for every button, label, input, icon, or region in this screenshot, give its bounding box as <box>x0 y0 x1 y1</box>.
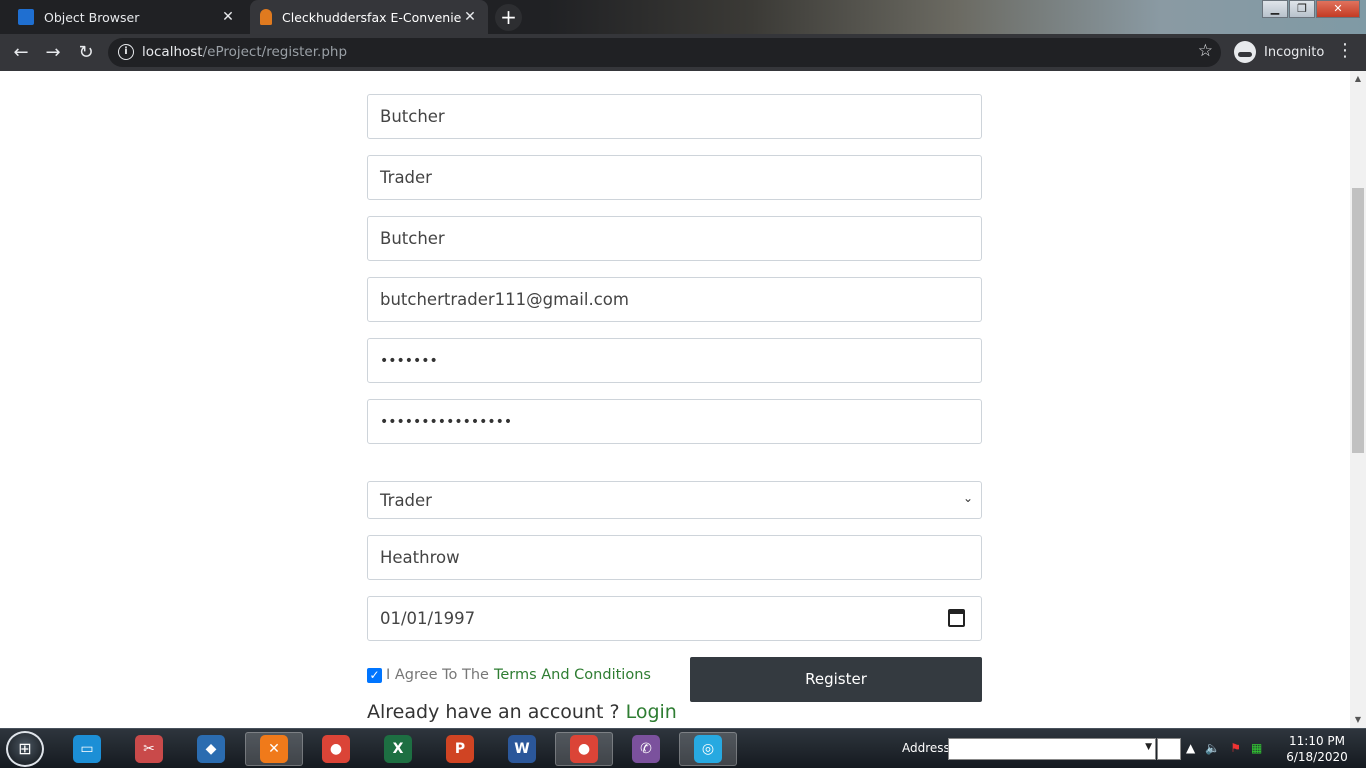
taskbar-eye-app-button[interactable]: ◎ <box>679 732 737 766</box>
incognito-label: Incognito <box>1264 44 1325 60</box>
word-icon: W <box>508 735 536 763</box>
incognito-indicator[interactable]: Incognito <box>1234 40 1324 64</box>
address-bar[interactable]: i localhost/eProject/register.php ☆ <box>108 38 1221 67</box>
address-input[interactable]: Heathrow <box>367 535 982 580</box>
scrollbar-thumb[interactable] <box>1352 188 1364 453</box>
login-link[interactable]: Login <box>626 701 677 723</box>
forward-arrow-icon[interactable]: → <box>40 40 66 66</box>
clock-date: 6/18/2020 <box>1286 750 1348 764</box>
browser-tab-strip: Object Browser ✕ Cleckhuddersfax E-Conve… <box>0 0 1366 34</box>
taskbar-file-manager-button[interactable]: ▭ <box>58 732 116 766</box>
powerpoint-icon: P <box>446 735 474 763</box>
browser-toolbar: ← → ↻ i localhost/eProject/register.php … <box>0 34 1366 71</box>
eye-app-icon: ◎ <box>694 735 722 763</box>
tab-title: Object Browser <box>44 9 140 25</box>
window-close-button[interactable]: ✕ <box>1316 0 1360 18</box>
chevron-down-icon: ⌄ <box>962 491 973 505</box>
have-account-text: Already have an account ? Login <box>367 701 677 723</box>
chrome-active-icon: ● <box>570 735 598 763</box>
password-input[interactable]: ••••••• <box>367 338 982 383</box>
info-icon[interactable]: i <box>118 44 134 60</box>
taskbar-xampp-button[interactable]: ✕ <box>245 732 303 766</box>
network-icon[interactable]: ▦ <box>1251 741 1262 755</box>
taskbar-clock[interactable]: 11:10 PM 6/18/2020 <box>1284 733 1350 765</box>
reload-icon[interactable]: ↻ <box>73 40 99 66</box>
page-scrollbar[interactable]: ▲ ▼ <box>1350 71 1366 728</box>
new-tab-button[interactable]: + <box>495 4 522 31</box>
minimize-button[interactable]: ▁ <box>1262 0 1288 18</box>
system-tray: ▲ 🔈 ⚑ ▦ <box>1186 741 1262 755</box>
date-of-birth-value: 01/01/1997 <box>380 609 476 628</box>
window-controls: ▁ ❐ ✕ <box>1261 0 1360 18</box>
store-favicon-icon <box>260 9 272 25</box>
taskbar-virtualbox-button[interactable]: ◆ <box>182 732 240 766</box>
tab-title: Cleckhuddersfax E-Convenient St <box>282 9 462 25</box>
object-browser-favicon-icon <box>18 9 34 25</box>
terms-link[interactable]: Terms And Conditions <box>494 667 651 683</box>
back-arrow-icon[interactable]: ← <box>8 40 34 66</box>
first-name-input[interactable]: Butcher <box>367 94 982 139</box>
browser-menu-icon[interactable]: ⋮ <box>1336 40 1354 61</box>
close-icon[interactable]: ✕ <box>220 9 236 25</box>
taskbar-word-button[interactable]: W <box>493 732 551 766</box>
scroll-down-icon[interactable]: ▼ <box>1350 712 1366 728</box>
bookmark-star-icon[interactable]: ☆ <box>1198 41 1213 61</box>
taskbar-chrome-button[interactable]: ● <box>307 732 365 766</box>
clock-time: 11:10 PM <box>1289 734 1345 748</box>
flag-icon[interactable]: ⚑ <box>1230 741 1241 755</box>
tab-object-browser[interactable]: Object Browser ✕ <box>8 0 246 34</box>
username-input[interactable]: Butcher <box>367 216 982 261</box>
close-icon[interactable]: ✕ <box>462 9 478 25</box>
start-button[interactable]: ⊞ <box>6 731 44 767</box>
register-button[interactable]: Register <box>690 657 982 702</box>
snipping-tool-icon: ✂ <box>135 735 163 763</box>
show-hidden-icons-icon[interactable]: ▲ <box>1186 741 1195 755</box>
dropdown-arrow-icon[interactable]: ▼ <box>1145 742 1152 752</box>
scroll-up-icon[interactable]: ▲ <box>1350 71 1366 87</box>
incognito-icon <box>1234 41 1256 63</box>
volume-icon[interactable]: 🔈 <box>1205 741 1220 755</box>
url-text: localhost/eProject/register.php <box>142 44 348 60</box>
taskbar-address-input[interactable]: ▼ <box>948 738 1156 760</box>
have-account-label: Already have an account ? <box>367 701 620 723</box>
virtualbox-icon: ◆ <box>197 735 225 763</box>
role-select[interactable]: Trader ⌄ <box>367 481 982 519</box>
confirm-password-input[interactable]: •••••••••••••••• <box>367 399 982 444</box>
date-of-birth-input[interactable]: 01/01/1997 <box>367 596 982 641</box>
file-manager-icon: ▭ <box>73 735 101 763</box>
restore-button[interactable]: ❐ <box>1289 0 1315 18</box>
register-page: Butcher Trader Butcher butchertrader111@… <box>0 71 1350 728</box>
windows-taskbar: ⊞ ▭ ✂ ◆ ✕ ● X P W ● ✆ ◎ Address ▼ ▲ 🔈 ⚑ ▦ 11:10 PM… <box>0 728 1366 768</box>
xampp-icon: ✕ <box>260 735 288 763</box>
email-input[interactable]: butchertrader111@gmail.com <box>367 277 982 322</box>
taskbar-chrome-active-button[interactable]: ● <box>555 732 613 766</box>
viber-icon: ✆ <box>632 735 660 763</box>
agree-checkbox[interactable]: ✓ <box>367 667 382 683</box>
excel-icon: X <box>384 735 412 763</box>
calendar-icon[interactable] <box>948 609 965 627</box>
taskbar-powerpoint-button[interactable]: P <box>431 732 489 766</box>
agree-label: I Agree To The <box>386 667 489 683</box>
chrome-icon: ● <box>322 735 350 763</box>
role-select-value: Trader <box>380 490 432 510</box>
taskbar-address-go[interactable] <box>1157 738 1181 760</box>
tab-register[interactable]: Cleckhuddersfax E-Convenient St ✕ <box>250 0 488 34</box>
terms-agreement: ✓ I Agree To The Terms And Conditions <box>367 667 651 683</box>
last-name-input[interactable]: Trader <box>367 155 982 200</box>
taskbar-viber-button[interactable]: ✆ <box>617 732 675 766</box>
taskbar-excel-button[interactable]: X <box>369 732 427 766</box>
taskbar-address-label: Address <box>902 741 950 755</box>
taskbar-snipping-tool-button[interactable]: ✂ <box>120 732 178 766</box>
